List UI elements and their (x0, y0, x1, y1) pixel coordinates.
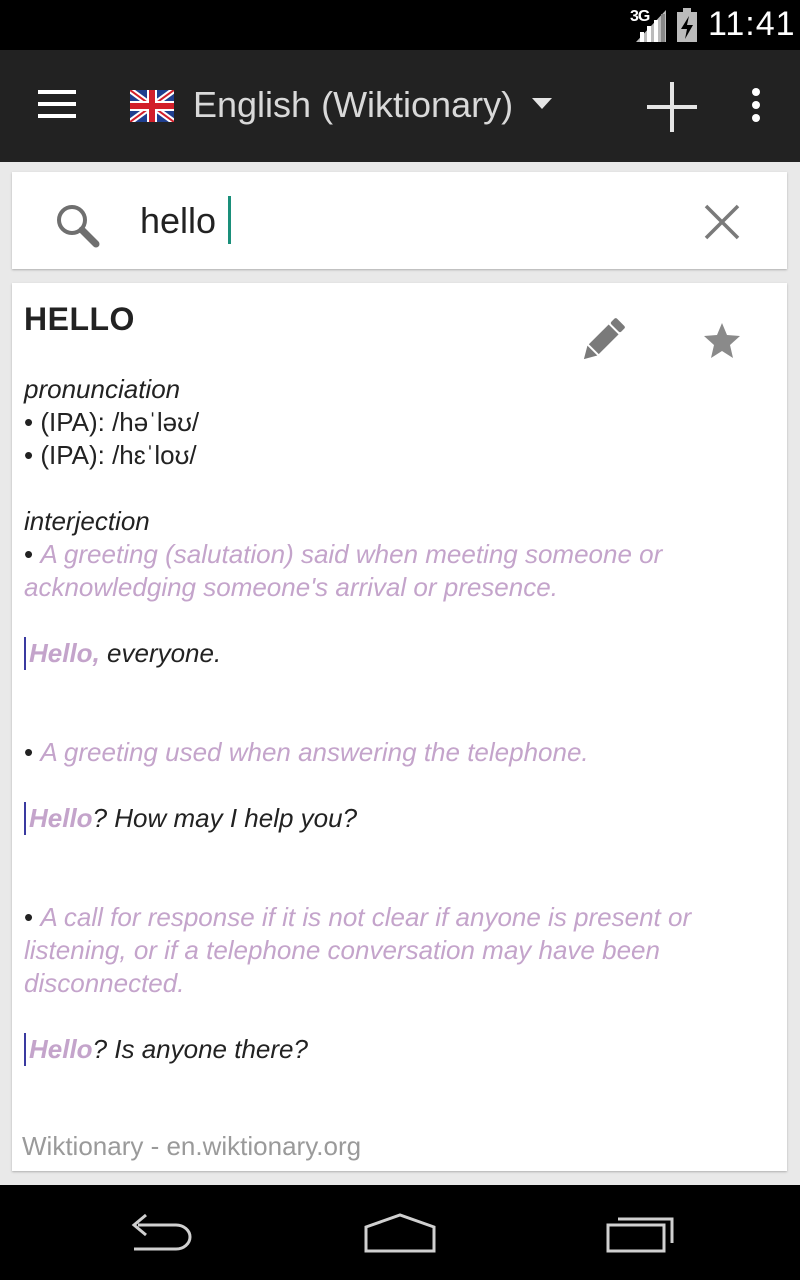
signal-icon (636, 10, 666, 42)
dictionary-selector-title[interactable]: English (Wiktionary) (193, 84, 513, 126)
search-icon (57, 205, 100, 248)
headword: HELLO (24, 301, 135, 337)
uk-flag-icon[interactable] (130, 90, 174, 122)
overflow-menu-icon[interactable] (749, 88, 763, 126)
example-headword: Hello (29, 1034, 93, 1064)
pronunciation-label: pronunciation (24, 374, 181, 404)
sense-definition: • A greeting used when answering the tel… (24, 737, 589, 767)
star-icon[interactable] (702, 321, 742, 361)
dropdown-icon[interactable] (532, 98, 552, 109)
example-headword: Hello, (29, 638, 100, 668)
system-nav-bar (0, 1185, 800, 1280)
sense-definition: • A call for response if it is not clear… (24, 902, 692, 998)
entry-body: pronunciation • (IPA): /həˈləʊ/ • (IPA):… (24, 373, 774, 1066)
action-bar: English (Wiktionary) (0, 50, 800, 162)
edit-icon[interactable] (576, 313, 630, 367)
recent-apps-icon[interactable] (604, 1209, 680, 1255)
source-attribution[interactable]: Wiktionary - en.wiktionary.org (22, 1131, 361, 1162)
clock: 11:41 (708, 5, 796, 43)
battery-icon (677, 8, 697, 42)
pronunciation-line: • (IPA): /həˈləʊ/ (24, 407, 200, 437)
usage-example: Hello? Is anyone there? (24, 1033, 774, 1066)
pronunciation-line: • (IPA): /hɛˈloʊ/ (24, 440, 197, 470)
example-headword: Hello (29, 803, 93, 833)
usage-example: Hello, everyone. (24, 637, 774, 670)
usage-example: Hello? How may I help you? (24, 802, 774, 835)
part-of-speech-label: interjection (24, 506, 150, 536)
text-cursor (228, 196, 231, 244)
home-icon[interactable] (362, 1211, 438, 1255)
menu-icon[interactable] (38, 90, 76, 120)
sense-definition: • A greeting (salutation) said when meet… (24, 539, 663, 602)
search-bar (12, 172, 787, 269)
back-icon[interactable] (124, 1213, 196, 1253)
definition-card: HELLO pronunciation • (IPA): /həˈləʊ/ • … (12, 283, 787, 1171)
status-bar: 3G 11:41 (0, 0, 800, 50)
clear-icon[interactable] (702, 202, 742, 242)
add-icon[interactable] (647, 82, 697, 132)
search-input[interactable] (140, 198, 620, 244)
